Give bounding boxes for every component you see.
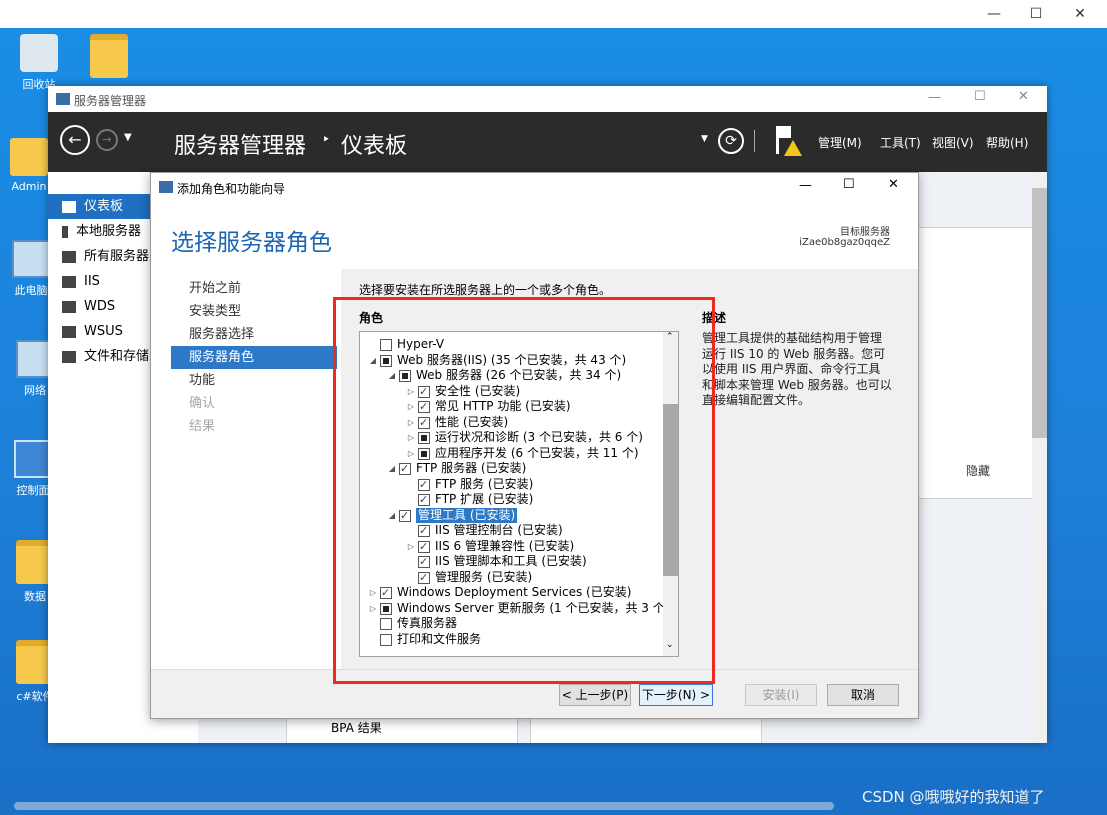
dashboard-icon: [62, 200, 76, 213]
sidebar-item-label: WDS: [84, 299, 116, 314]
header-page: 仪表板: [341, 134, 408, 159]
wizard-close-button[interactable]: ✕: [888, 177, 899, 192]
desktop-icon-label: Admin: [11, 180, 47, 193]
sidebar-item-label: 文件和存储: [84, 349, 150, 364]
target-server-value: iZae0b8gaz0qqeZ: [799, 237, 890, 248]
desktop-icon-label: 控制面: [16, 484, 50, 497]
menu-tools[interactable]: 工具(T): [880, 134, 921, 151]
desktop-icon-label: 网络: [24, 384, 46, 397]
header-divider: [754, 130, 755, 152]
menu-help[interactable]: 帮助(H): [986, 134, 1028, 151]
desktop-icon-recycle-bin[interactable]: 回收站: [4, 34, 74, 92]
wsus-icon: [62, 325, 76, 338]
servers-icon: [62, 250, 76, 263]
wizard-maximize-button[interactable]: ☐: [843, 177, 855, 192]
wds-icon: [62, 300, 76, 313]
sm-close-button[interactable]: ✕: [1018, 89, 1029, 104]
user-folder-icon: [10, 138, 48, 176]
sidebar-item-label: IIS: [84, 274, 100, 289]
prev-button[interactable]: < 上一步(P): [559, 684, 631, 706]
header-title: 服务器管理器: [174, 134, 307, 159]
wizard-title: 添加角色和功能向导: [177, 182, 286, 196]
server-manager-app-icon: [56, 93, 70, 105]
recycle-bin-icon: [20, 34, 58, 72]
description-text: 管理工具提供的基础结构用于管理运行 IIS 10 的 Web 服务器。您可以使用…: [702, 331, 892, 407]
desktop-icon-label: 数据: [24, 590, 46, 603]
server-manager-titlebar: 服务器管理器 — ☐ ✕: [48, 86, 1047, 112]
computer-icon: [12, 240, 50, 278]
tile-bpa-label[interactable]: BPA 结果: [331, 719, 382, 736]
notifications-flag-icon[interactable]: [774, 126, 802, 156]
iis-icon: [62, 275, 76, 288]
sm-minimize-button[interactable]: —: [928, 90, 941, 105]
host-minimize-button[interactable]: —: [974, 0, 1014, 28]
refresh-icon[interactable]: ⟳: [718, 128, 744, 154]
install-button: 安装(I): [745, 684, 817, 706]
cancel-button[interactable]: 取消: [827, 684, 899, 706]
file-storage-icon: [62, 350, 76, 363]
sidebar-item-label: 仪表板: [84, 199, 124, 214]
wizard-titlebar: 添加角色和功能向导 — ☐ ✕: [151, 173, 918, 201]
desktop-icon-label: 此电脑: [14, 284, 48, 297]
hide-link[interactable]: 隐藏: [966, 462, 990, 479]
host-close-button[interactable]: ✕: [1060, 0, 1100, 28]
wizard-header: 选择服务器角色 目标服务器 iZae0b8gaz0qqeZ: [151, 201, 918, 269]
instruction-text: 选择要安装在所选服务器上的一个或多个角色。: [359, 283, 612, 297]
sidebar-item-label: WSUS: [84, 324, 123, 339]
server-manager-header: ← → ▼ 服务器管理器 ‣ 仪表板 ▼ ⟳ 管理(M) 工具(T) 视图(V)…: [48, 112, 1047, 172]
wizard-minimize-button[interactable]: —: [799, 178, 812, 193]
wizard-app-icon: [159, 181, 173, 193]
menu-manage[interactable]: 管理(M): [818, 134, 862, 151]
desktop-icon-folder[interactable]: [74, 34, 144, 82]
content-scrollbar[interactable]: [1032, 172, 1047, 743]
header-separator: ‣: [322, 132, 331, 148]
history-chevron-down-icon[interactable]: ▼: [124, 132, 132, 143]
content-scrollbar-thumb[interactable]: [1032, 188, 1047, 438]
sidebar-item-label: 本地服务器: [76, 224, 142, 239]
watermark-text: CSDN @哦哦好的我知道了: [862, 788, 1045, 806]
wizard-heading: 选择服务器角色: [171, 230, 332, 256]
target-server-label: 目标服务器: [840, 227, 890, 238]
sidebar-item-label: 所有服务器: [84, 249, 150, 264]
menu-view[interactable]: 视图(V): [932, 134, 974, 151]
horizontal-scrollbar[interactable]: [14, 802, 834, 810]
welcome-panel: [916, 227, 1047, 499]
back-icon[interactable]: ←: [60, 125, 90, 155]
server-icon: [62, 225, 68, 238]
host-maximize-button[interactable]: ☐: [1016, 0, 1056, 28]
control-panel-icon: [14, 440, 52, 478]
refresh-dropdown-chevron-icon[interactable]: ▼: [701, 134, 708, 144]
annotation-highlight-box: [333, 297, 715, 684]
host-window-titlebar: — ☐ ✕: [0, 0, 1107, 28]
forward-icon[interactable]: →: [96, 129, 118, 151]
folder-icon: [90, 34, 128, 78]
sm-maximize-button[interactable]: ☐: [974, 89, 986, 104]
next-button[interactable]: 下一步(N) >: [639, 684, 713, 706]
server-manager-title: 服务器管理器: [74, 94, 147, 108]
